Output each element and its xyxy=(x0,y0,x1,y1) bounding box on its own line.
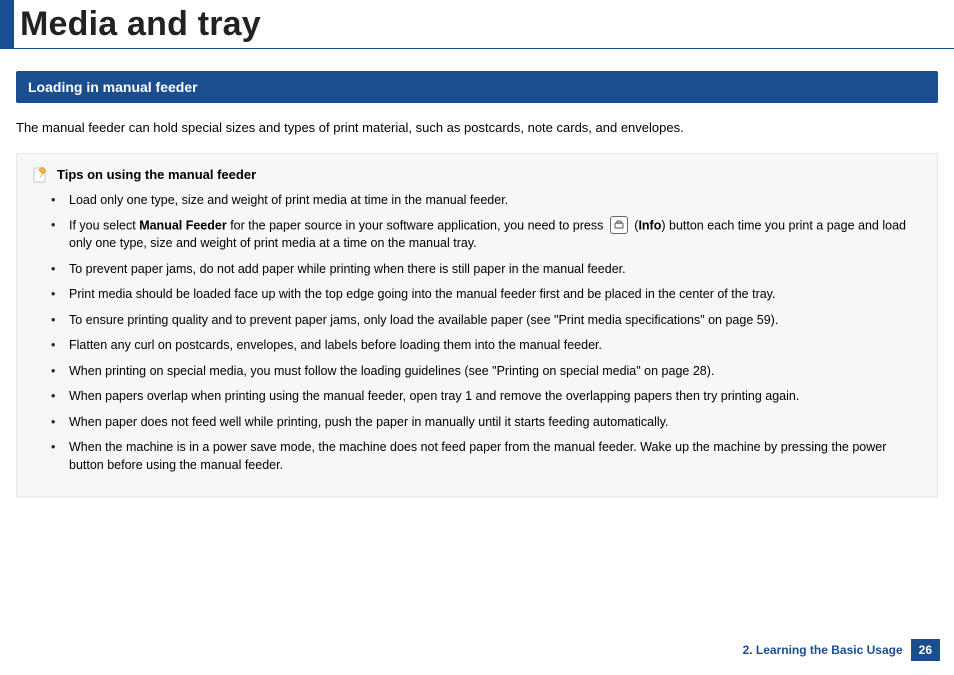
tip-item: When papers overlap when printing using … xyxy=(59,388,919,406)
section-heading: Loading in manual feeder xyxy=(16,71,938,103)
info-button-icon xyxy=(610,216,628,234)
tip-text: To prevent paper jams, do not add paper … xyxy=(69,262,626,276)
tip-item: When the machine is in a power save mode… xyxy=(59,439,919,474)
tip-item: Flatten any curl on postcards, envelopes… xyxy=(59,337,919,355)
tip-text: Flatten any curl on postcards, envelopes… xyxy=(69,338,602,352)
tips-header: Tips on using the manual feeder xyxy=(31,166,919,184)
tip-text: When printing on special media, you must… xyxy=(69,364,714,378)
tip-item: When printing on special media, you must… xyxy=(59,363,919,381)
tip-text: Load only one type, size and weight of p… xyxy=(69,193,508,207)
tips-list: Load only one type, size and weight of p… xyxy=(31,192,919,475)
page-footer: 2. Learning the Basic Usage 26 xyxy=(743,639,940,661)
tip-item: If you select Manual Feeder for the pape… xyxy=(59,217,919,253)
tip-text-bold: Info xyxy=(638,218,661,232)
footer-page-number: 26 xyxy=(911,639,940,661)
section-intro: The manual feeder can hold special sizes… xyxy=(16,119,938,137)
tip-item: Print media should be loaded face up wit… xyxy=(59,286,919,304)
header-accent xyxy=(0,0,14,48)
tip-text: When paper does not feed well while prin… xyxy=(69,415,668,429)
footer-chapter: 2. Learning the Basic Usage xyxy=(743,643,903,657)
page-body: Loading in manual feeder The manual feed… xyxy=(0,49,954,497)
tip-item: Load only one type, size and weight of p… xyxy=(59,192,919,210)
page-title: Media and tray xyxy=(20,5,261,44)
tip-text-bold: Manual Feeder xyxy=(139,218,227,232)
note-icon xyxy=(31,166,49,184)
tip-item: To prevent paper jams, do not add paper … xyxy=(59,261,919,279)
tip-text: Print media should be loaded face up wit… xyxy=(69,287,775,301)
manual-page: Media and tray Loading in manual feeder … xyxy=(0,0,954,675)
tip-text: When papers overlap when printing using … xyxy=(69,389,799,403)
tips-panel: Tips on using the manual feeder Load onl… xyxy=(16,153,938,498)
tip-item: To ensure printing quality and to preven… xyxy=(59,312,919,330)
tip-text: When the machine is in a power save mode… xyxy=(69,440,886,472)
tip-item: When paper does not feed well while prin… xyxy=(59,414,919,432)
tip-text: for the paper source in your software ap… xyxy=(227,218,607,232)
tip-text: If you select xyxy=(69,218,139,232)
tips-title: Tips on using the manual feeder xyxy=(57,167,256,182)
page-header: Media and tray xyxy=(0,0,954,49)
tip-text: To ensure printing quality and to preven… xyxy=(69,313,778,327)
